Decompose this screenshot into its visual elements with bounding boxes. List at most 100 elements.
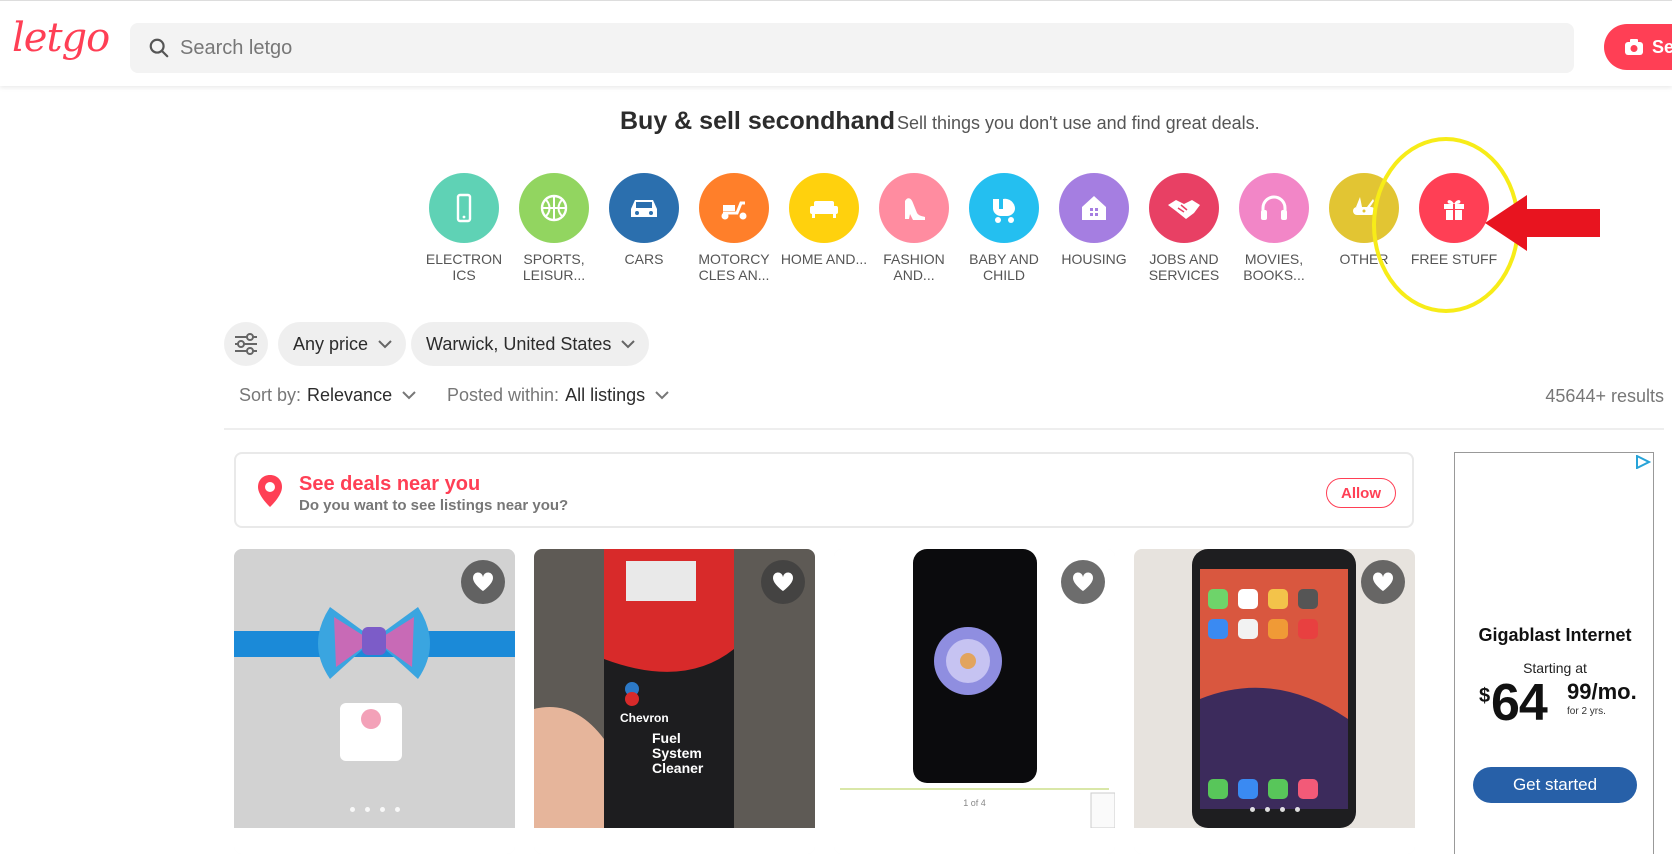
camera-icon — [1625, 39, 1643, 55]
category-home[interactable]: HOME AND... — [779, 173, 869, 267]
stroller-icon — [993, 198, 1016, 223]
search-input[interactable] — [180, 23, 1560, 73]
adchoices-icon[interactable] — [1635, 455, 1651, 469]
ad-price-dollar: $ — [1479, 685, 1491, 707]
sliders-icon — [235, 333, 257, 355]
high-heel-icon — [905, 198, 925, 220]
category-label: HOUSING — [1061, 251, 1127, 267]
deals-title: See deals near you — [299, 473, 481, 495]
location-pin-icon — [258, 475, 282, 507]
category-label: MOVIES, BOOKS... — [1243, 251, 1305, 283]
favorite-button[interactable] — [1361, 560, 1405, 604]
category-label: SPORTS, LEISUR... — [522, 251, 586, 283]
price-filter-label: Any price — [293, 333, 369, 354]
category-circle — [429, 173, 499, 243]
hero-title: Buy & sell secondhand — [620, 107, 896, 135]
handshake-icon — [1168, 200, 1200, 219]
location-filter[interactable]: Warwick, United States — [411, 322, 650, 366]
listing-card[interactable] — [1134, 549, 1415, 854]
sort-key: Sort by: — [239, 385, 302, 405]
phone-icon — [456, 193, 472, 223]
chevron-down-icon — [621, 339, 636, 348]
category-label: CARS — [624, 251, 664, 267]
heart-icon — [472, 572, 494, 591]
sell-button-label: Se — [1652, 36, 1672, 57]
category-sports[interactable]: SPORTS, LEISUR... — [509, 173, 599, 283]
listing-footer — [834, 828, 1115, 854]
category-electronics[interactable]: ELECTRON ICS — [419, 173, 509, 283]
listing-card[interactable]: Chevron Chevron Fuel System Cleaner — [534, 549, 815, 854]
pager-dot — [1279, 807, 1285, 812]
ad-price-term: for 2 yrs. — [1567, 706, 1606, 717]
ad-title: Gigablast Internet — [1478, 625, 1632, 645]
pager-dot — [379, 807, 385, 812]
chevron-down-icon — [378, 339, 392, 348]
listing-2-brand-label: Chevron — [620, 711, 669, 725]
category-circle — [969, 173, 1039, 243]
listing-2-product-label: Fuel System Cleaner — [652, 730, 704, 776]
listing-footer — [234, 828, 515, 854]
pager-dot — [394, 807, 400, 812]
category-circle — [1149, 173, 1219, 243]
listing-card[interactable]: 1 of 4 — [834, 549, 1115, 854]
advertisement[interactable]: Gigablast Internet Starting at $ 64 99/m… — [1454, 452, 1654, 854]
favorite-button[interactable] — [761, 560, 805, 604]
category-fashion[interactable]: FASHION AND... — [869, 173, 959, 283]
favorite-button[interactable] — [1061, 560, 1105, 604]
category-circle — [789, 173, 859, 243]
search-bar[interactable] — [130, 23, 1574, 73]
favorite-button[interactable] — [461, 560, 505, 604]
heart-icon — [772, 572, 794, 591]
deals-near-you-banner: See deals near you Do you want to see li… — [234, 452, 1414, 528]
deals-subtitle: Do you want to see listings near you? — [299, 497, 569, 514]
scooter-icon — [721, 201, 747, 220]
sort-value: Relevance — [307, 385, 393, 405]
listing-card[interactable] — [234, 549, 515, 854]
filters-button[interactable] — [224, 322, 268, 366]
allow-button[interactable]: Allow — [1326, 478, 1396, 508]
category-housing[interactable]: HOUSING — [1049, 173, 1139, 267]
house-icon — [1082, 196, 1106, 220]
category-circle — [519, 173, 589, 243]
red-arrow-annotation — [1485, 195, 1600, 251]
category-baby[interactable]: BABY AND CHILD — [959, 173, 1049, 283]
letgo-logo[interactable]: letgo — [12, 15, 110, 61]
sort-dropdown[interactable]: Sort by: Relevance — [239, 385, 416, 406]
results-count: 45644+ results — [1545, 386, 1664, 406]
ad-price-amount: 64 — [1491, 674, 1548, 732]
divider — [224, 428, 1664, 430]
heart-icon — [1372, 572, 1394, 591]
category-motorcycles[interactable]: MOTORCY CLES AN... — [689, 173, 779, 283]
ad-price: $ 64 99/mo. for 2 yrs. — [1477, 673, 1647, 733]
category-label: JOBS AND SERVICES — [1148, 251, 1220, 283]
sell-button[interactable]: Se — [1604, 24, 1672, 70]
ad-price-cents: 99/mo. — [1567, 679, 1637, 704]
posted-key: Posted within: — [447, 385, 560, 405]
category-label: MOTORCY CLES AN... — [698, 251, 770, 283]
listing-footer — [1134, 828, 1415, 854]
photo-counter: 1 of 4 — [963, 798, 986, 808]
ad-get-started-button[interactable]: Get started — [1473, 767, 1637, 803]
hero-subtitle: Sell things you don't use and find great… — [897, 113, 1260, 133]
price-filter[interactable]: Any price — [278, 322, 407, 366]
category-jobs[interactable]: JOBS AND SERVICES — [1139, 173, 1229, 283]
category-circle — [609, 173, 679, 243]
pager-dot — [1294, 807, 1300, 812]
image-pager-dots — [234, 807, 515, 812]
heart-icon — [1072, 572, 1094, 591]
category-circle — [1059, 173, 1129, 243]
location-filter-label: Warwick, United States — [426, 333, 612, 354]
category-label: ELECTRON ICS — [425, 251, 503, 283]
category-circle — [699, 173, 769, 243]
category-cars[interactable]: CARS — [599, 173, 689, 267]
pager-dot — [349, 807, 355, 812]
listing-footer — [534, 828, 815, 854]
category-movies[interactable]: MOVIES, BOOKS... — [1229, 173, 1319, 283]
category-label: HOME AND... — [780, 251, 868, 267]
category-label: BABY AND CHILD — [969, 251, 1039, 283]
posted-value: All listings — [565, 385, 646, 405]
chevron-down-icon — [655, 391, 669, 400]
chevron-down-icon — [402, 391, 416, 400]
posted-within-dropdown[interactable]: Posted within: All listings — [447, 385, 669, 406]
category-circle — [879, 173, 949, 243]
